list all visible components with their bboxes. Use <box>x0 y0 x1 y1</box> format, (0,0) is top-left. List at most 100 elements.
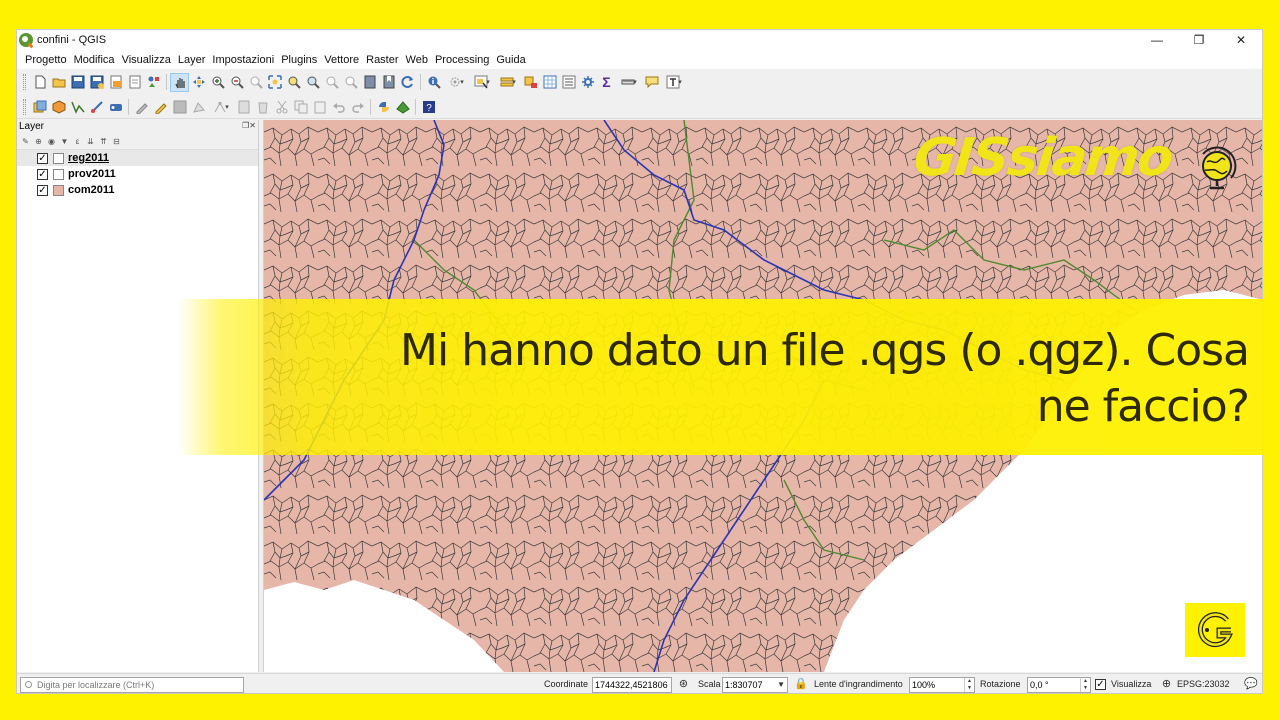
layer-row-prov2011[interactable]: ✓ prov2011 <box>17 166 258 182</box>
headline-text: Mi hanno dato un file .qgs (o .qgz). Cos… <box>229 323 1250 435</box>
menu-progetto[interactable]: Progetto <box>22 54 71 66</box>
current-edits-icon[interactable] <box>132 97 151 116</box>
globe-icon <box>1202 146 1237 190</box>
zoom-native-icon[interactable] <box>246 73 265 92</box>
open-layer-styling-icon[interactable]: ✎ <box>20 136 31 147</box>
filter-legend-icon[interactable]: ▼ <box>59 136 70 147</box>
toolbar-grip[interactable] <box>23 74 26 90</box>
layer-visibility-checkbox[interactable]: ✓ <box>37 184 48 196</box>
print-layout-icon[interactable] <box>125 73 144 92</box>
help-icon[interactable]: ? <box>419 97 438 116</box>
zoom-out-icon[interactable] <box>227 73 246 92</box>
select-features-icon[interactable]: ▾ <box>443 73 469 92</box>
remove-layer-icon[interactable]: ⊟ <box>111 136 122 147</box>
minimize-button[interactable]: — <box>1136 30 1178 50</box>
copy-features-icon[interactable] <box>291 97 310 116</box>
menu-layer[interactable]: Layer <box>175 54 210 66</box>
measure-icon[interactable]: ▾ <box>616 73 642 92</box>
zoom-to-layer-icon[interactable] <box>303 73 322 92</box>
python-console-icon[interactable] <box>374 97 393 116</box>
style-manager-icon[interactable] <box>144 73 163 92</box>
new-bookmark-icon[interactable] <box>360 73 379 92</box>
zoom-next-icon[interactable] <box>341 73 360 92</box>
layer-row-reg2011[interactable]: ✓ reg2011 <box>17 150 258 166</box>
layers-panel-header: Layer ❐✕ <box>17 120 258 134</box>
redo-icon[interactable] <box>348 97 367 116</box>
identify-icon[interactable] <box>424 73 443 92</box>
toggle-extents-icon[interactable]: ⊛ <box>677 678 690 691</box>
close-button[interactable]: ✕ <box>1220 30 1262 50</box>
menu-guida[interactable]: Guida <box>493 54 529 66</box>
menu-raster[interactable]: Raster <box>363 54 402 66</box>
select-value-icon[interactable]: ▾ <box>469 73 495 92</box>
toggle-editing-icon[interactable] <box>151 97 170 116</box>
spin-arrows-icon[interactable]: ▲ ▼ <box>964 678 974 692</box>
new-project-icon[interactable] <box>30 73 49 92</box>
coordinate-field[interactable]: 1744322,4521806 <box>592 677 672 693</box>
show-bookmarks-icon[interactable] <box>379 73 398 92</box>
zoom-last-icon[interactable] <box>322 73 341 92</box>
paste-features-icon[interactable] <box>310 97 329 116</box>
lock-icon[interactable]: 🔒 <box>794 678 808 691</box>
layer-row-com2011[interactable]: ✓ com2011 <box>17 182 258 198</box>
deselect-icon[interactable]: ▾ <box>495 73 521 92</box>
manage-visibility-icon[interactable]: ◉ <box>46 136 57 147</box>
menu-processing[interactable]: Processing <box>432 54 493 66</box>
save-project-icon[interactable] <box>68 73 87 92</box>
menu-vettore[interactable]: Vettore <box>321 54 363 66</box>
save-edits-icon[interactable] <box>106 97 125 116</box>
zoom-to-selection-icon[interactable] <box>284 73 303 92</box>
crs-globe-icon[interactable]: ⊕ <box>1160 678 1173 691</box>
save-as-icon[interactable] <box>87 73 106 92</box>
rotation-spinbox[interactable]: 0,0 ° ▲ ▼ <box>1027 677 1091 693</box>
delete-icon[interactable] <box>253 97 272 116</box>
zoom-full-icon[interactable] <box>265 73 284 92</box>
open-project-icon[interactable] <box>49 73 68 92</box>
layer-visibility-checkbox[interactable]: ✓ <box>37 152 48 164</box>
pan-to-selection-icon[interactable] <box>189 73 208 92</box>
menu-visualizza[interactable]: Visualizza <box>119 54 175 66</box>
menu-web[interactable]: Web <box>403 54 432 66</box>
save-layer-edits-icon[interactable] <box>170 97 189 116</box>
crs-label[interactable]: EPSG:23032 <box>1177 679 1230 689</box>
undo-icon[interactable] <box>329 97 348 116</box>
revert-icon[interactable] <box>106 73 125 92</box>
messages-icon[interactable]: 💬 <box>1244 678 1258 691</box>
digitize-icon[interactable] <box>87 97 106 116</box>
processing-toolbox-icon[interactable] <box>559 73 578 92</box>
spin-arrows-icon[interactable]: ▲ ▼ <box>1080 678 1090 692</box>
close-panel-icon[interactable]: ✕ <box>249 121 256 130</box>
data-source-manager-icon[interactable] <box>30 97 49 116</box>
attribute-table-icon[interactable] <box>521 73 540 92</box>
field-calculator-icon[interactable] <box>540 73 559 92</box>
expand-all-icon[interactable]: ⇊ <box>85 136 96 147</box>
map-tips-icon[interactable] <box>642 73 661 92</box>
menu-plugins[interactable]: Plugins <box>278 54 321 66</box>
measure-sigma-icon[interactable]: Σ <box>597 73 616 92</box>
collapse-all-icon[interactable]: ⇈ <box>98 136 109 147</box>
maximize-button[interactable]: ❐ <box>1178 30 1220 50</box>
delete-selected-icon[interactable] <box>234 97 253 116</box>
vertex-tool-icon[interactable]: ▾ <box>208 97 234 116</box>
filter-expression-icon[interactable]: ε <box>72 136 83 147</box>
add-vector-layer-icon[interactable] <box>68 97 87 116</box>
pan-icon[interactable] <box>170 72 189 92</box>
locator-search-input[interactable]: Digita per localizzare (Ctrl+K) <box>20 677 244 693</box>
toolbar-grip[interactable] <box>23 98 26 115</box>
render-checkbox[interactable]: ✓ <box>1095 679 1106 690</box>
scale-combobox[interactable]: 1:830707 ▼ <box>722 677 788 693</box>
plugin-icon[interactable] <box>393 97 412 116</box>
zoom-in-icon[interactable] <box>208 73 227 92</box>
statistics-icon[interactable] <box>578 73 597 92</box>
add-group-icon[interactable]: ⊕ <box>33 136 44 147</box>
cut-features-icon[interactable] <box>272 97 291 116</box>
text-annotation-icon[interactable]: ▾ <box>661 73 687 92</box>
menu-impostazioni[interactable]: Impostazioni <box>209 54 278 66</box>
magnifier-spinbox[interactable]: 100% ▲ ▼ <box>909 677 975 693</box>
menu-modifica[interactable]: Modifica <box>71 54 119 66</box>
new-geopackage-layer-icon[interactable] <box>49 97 68 116</box>
layer-visibility-checkbox[interactable]: ✓ <box>37 168 48 180</box>
add-feature-icon[interactable] <box>189 97 208 116</box>
brand-text: GISsiamo <box>910 128 1175 188</box>
refresh-icon[interactable] <box>398 73 417 92</box>
